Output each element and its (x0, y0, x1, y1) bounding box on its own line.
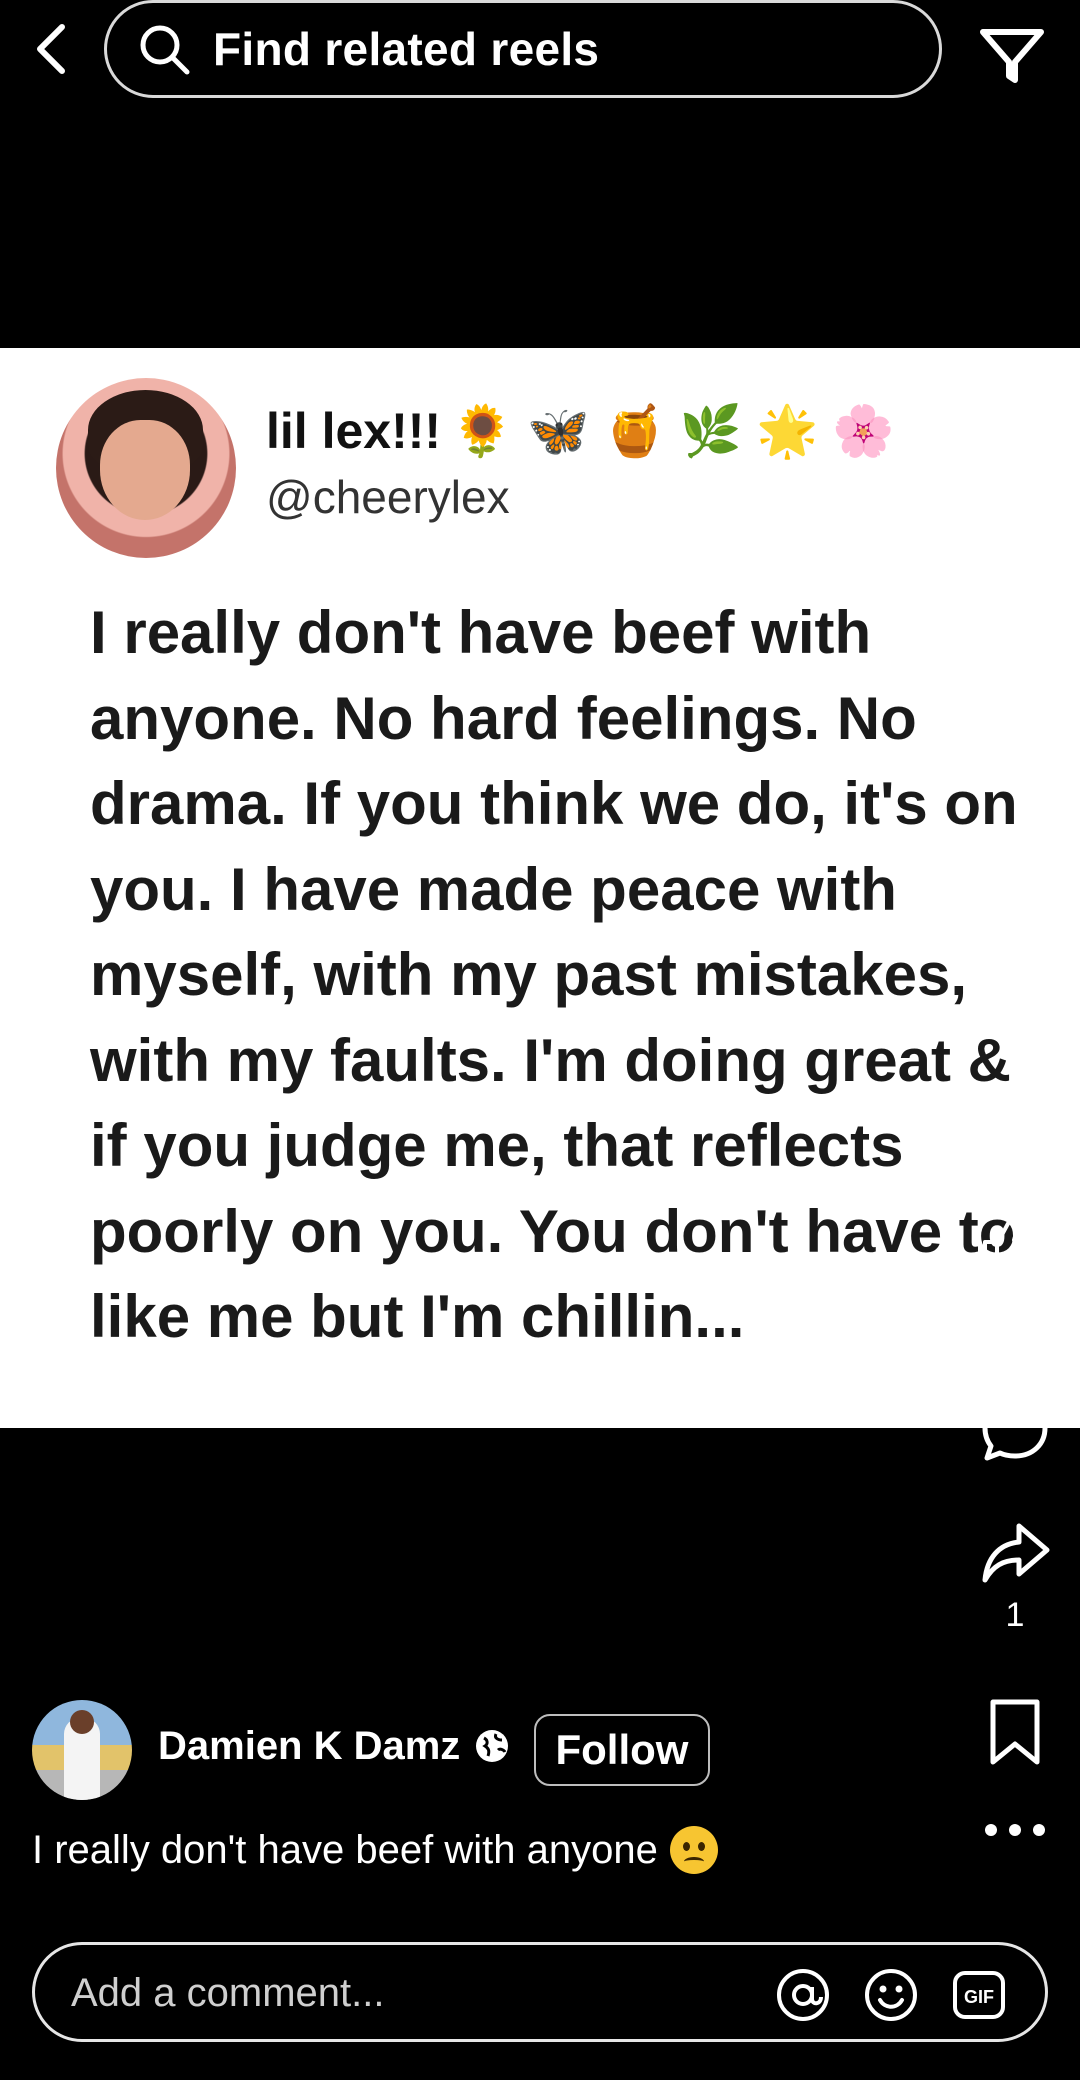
share-icon (982, 1523, 1050, 1583)
name-emojis: 🌻 🦋 🍯 🌿 🌟 🌸 (451, 406, 895, 456)
honey-pot-emoji: 🍯 (603, 403, 666, 459)
butterfly-emoji: 🦋 (527, 403, 590, 459)
comment-placeholder: Add a comment... (71, 1971, 385, 2015)
post-handle: @cheerylex (266, 471, 510, 523)
bookmark-icon (990, 1699, 1040, 1765)
search-placeholder: Find related reels (213, 23, 600, 75)
more-button[interactable] (960, 1818, 1070, 1842)
share-count: 1 (1005, 1596, 1025, 1634)
search-bar[interactable]: Find related reels (104, 0, 942, 98)
follow-button[interactable]: Follow (534, 1714, 710, 1786)
author-name[interactable]: Damien K Damz (158, 1724, 460, 1769)
caption-text: I really don't have beef with anyone (32, 1827, 658, 1872)
like-count: 2 (1005, 1288, 1025, 1326)
gif-icon[interactable]: GIF (951, 1967, 1007, 2023)
avatar-head (70, 1710, 94, 1734)
globe-icon (476, 1730, 508, 1762)
smiley-icon[interactable] (863, 1967, 919, 2023)
like-button[interactable]: 2 (960, 1210, 1070, 1327)
comment-button[interactable] (960, 1394, 1070, 1466)
avatar-face (100, 420, 190, 520)
at-icon[interactable] (775, 1967, 831, 2023)
star-emoji: 🌟 (756, 403, 819, 459)
herb-emoji: 🌿 (679, 403, 743, 459)
blossom-emoji: 🌸 (832, 403, 895, 459)
more-icon (985, 1824, 1045, 1836)
chevron-left-icon (37, 24, 65, 74)
author-row: Damien K Damz Follow (32, 1700, 932, 1800)
share-button[interactable]: 1 (960, 1518, 1070, 1635)
save-button[interactable] (960, 1696, 1070, 1768)
svg-text:GIF: GIF (964, 1987, 994, 2007)
filter-icon[interactable] (975, 18, 1049, 92)
back-button[interactable] (22, 14, 78, 84)
author-avatar[interactable] (32, 1700, 132, 1800)
post-display-name-text: lil lex!!! (266, 403, 442, 459)
comment-icon (982, 1397, 1048, 1461)
caption: I really don't have beef with anyone (32, 1826, 718, 1874)
comment-input[interactable]: Add a comment... GIF (32, 1942, 1048, 2042)
post-display-name: lil lex!!! 🌻 🦋 🍯 🌿 🌟 🌸 (266, 402, 895, 460)
search-icon (140, 25, 190, 75)
top-bar: Find related reels (0, 0, 1080, 110)
confused-face-emoji (669, 1826, 718, 1874)
sunflower-emoji: 🌻 (451, 403, 514, 459)
post-body-text: I really don't have beef with anyone. No… (90, 599, 1018, 1350)
thumbs-up-icon (983, 1216, 1048, 1278)
